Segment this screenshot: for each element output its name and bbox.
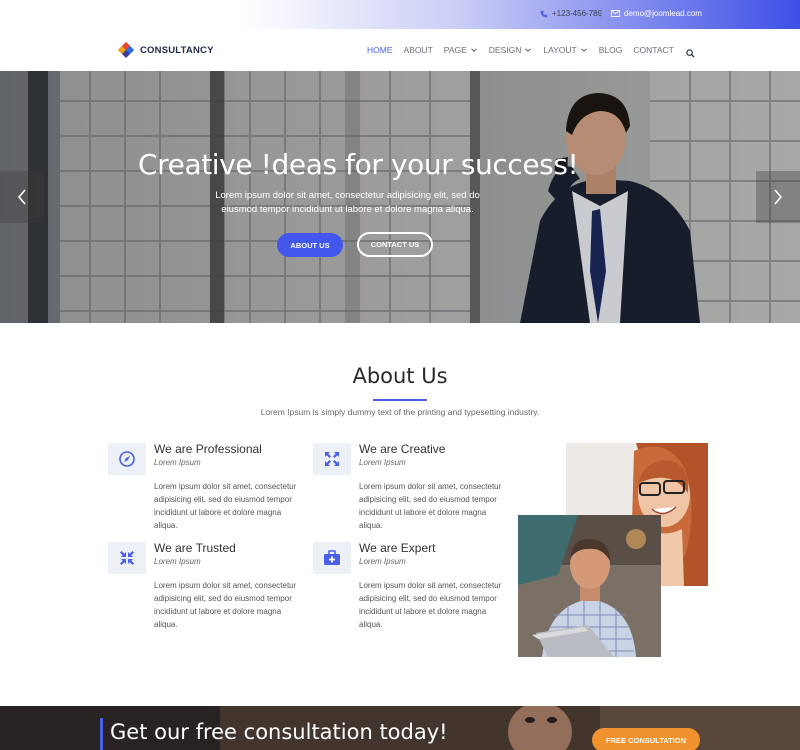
- chevron-down-icon: [470, 48, 477, 52]
- chevron-down-icon: [580, 48, 587, 52]
- chevron-right-icon: [774, 189, 783, 205]
- feature-description: Lorem ipsum dolor sit amet, consectetur …: [154, 482, 297, 530]
- banner-heading: Get our free consultation today!: [110, 720, 448, 744]
- expand-arrows-icon: [313, 443, 351, 475]
- feature-tagline: Lorem Ipsum: [359, 557, 406, 566]
- title-underline: [373, 399, 427, 401]
- nav-item-contact[interactable]: CONTACT: [633, 45, 673, 55]
- slider-next-button[interactable]: [756, 171, 800, 223]
- about-subtitle: Lorem Ipsum is simply dummy text of the …: [260, 407, 540, 417]
- feature-description: Lorem ipsum dolor sit amet, consectetur …: [359, 482, 502, 530]
- compress-arrows-icon: [108, 542, 146, 574]
- main-nav: HOME ABOUT PAGE DESIGN LAYOUT BLOG CONTA…: [367, 45, 685, 55]
- nav-label: ABOUT: [403, 45, 433, 55]
- man-with-laptop-photo: [518, 515, 661, 657]
- hero-title: Creative !deas for your success!: [138, 148, 579, 181]
- hero-subtitle: Lorem ipsum dolor sit amet, consectetur …: [215, 190, 480, 215]
- feature-title: We are Creative: [359, 442, 446, 456]
- contact-us-button[interactable]: CONTACT US: [357, 232, 433, 257]
- hero-slider: Creative !deas for your success! Lorem i…: [0, 71, 800, 323]
- topbar-divider: [601, 8, 602, 19]
- chevron-down-icon: [525, 48, 532, 52]
- nav-label: LAYOUT: [543, 45, 577, 55]
- nav-item-blog[interactable]: BLOG: [599, 45, 623, 55]
- phone-number: +123-456-789: [552, 9, 603, 18]
- banner-accent-bar: [100, 718, 103, 750]
- logo-mark-icon: [118, 42, 134, 58]
- nav-label: DESIGN: [488, 45, 522, 55]
- nav-label: BLOG: [598, 45, 623, 55]
- phone-icon: [540, 10, 548, 18]
- logo-text: CONSULTANCY: [140, 44, 214, 56]
- feature-tagline: Lorem Ipsum: [154, 458, 201, 467]
- nav-item-design[interactable]: DESIGN: [489, 45, 533, 55]
- nav-item-home[interactable]: HOME: [367, 45, 393, 55]
- medical-kit-icon: [313, 542, 351, 574]
- feature-title: We are Professional: [154, 442, 262, 456]
- compass-icon: [108, 443, 146, 475]
- feature-title: We are Expert: [359, 541, 436, 555]
- about-us-button[interactable]: ABOUT US: [277, 233, 343, 257]
- feature-description: Lorem ipsum dolor sit amet, consectetur …: [359, 581, 502, 629]
- email-contact[interactable]: demo@joomlead.com: [611, 9, 702, 18]
- nav-label: CONTACT: [633, 45, 674, 55]
- about-title: About Us: [352, 364, 448, 388]
- phone-contact[interactable]: +123-456-789: [540, 9, 602, 18]
- slider-prev-button[interactable]: [0, 171, 44, 223]
- nav-item-about[interactable]: ABOUT: [404, 45, 433, 55]
- feature-tagline: Lorem Ipsum: [359, 458, 406, 467]
- feature-description: Lorem ipsum dolor sit amet, consectetur …: [154, 581, 297, 629]
- chevron-left-icon: [17, 189, 26, 205]
- consultation-banner: Get our free consultation today! FREE CO…: [0, 706, 800, 750]
- envelope-icon: [611, 10, 620, 17]
- email-address: demo@joomlead.com: [624, 9, 702, 18]
- site-header: CONSULTANCY HOME ABOUT PAGE DESIGN LAYOU…: [0, 29, 800, 71]
- nav-label: HOME: [367, 45, 393, 55]
- nav-item-page[interactable]: PAGE: [444, 45, 478, 55]
- nav-label: PAGE: [443, 45, 467, 55]
- feature-tagline: Lorem Ipsum: [154, 557, 201, 566]
- top-bar: +123-456-789 demo@joomlead.com: [0, 0, 800, 29]
- search-icon[interactable]: [686, 45, 695, 63]
- free-consultation-button[interactable]: FREE CONSULTATION: [592, 728, 700, 750]
- feature-title: We are Trusted: [154, 541, 236, 555]
- nav-item-layout[interactable]: LAYOUT: [543, 45, 587, 55]
- logo[interactable]: CONSULTANCY: [118, 42, 214, 58]
